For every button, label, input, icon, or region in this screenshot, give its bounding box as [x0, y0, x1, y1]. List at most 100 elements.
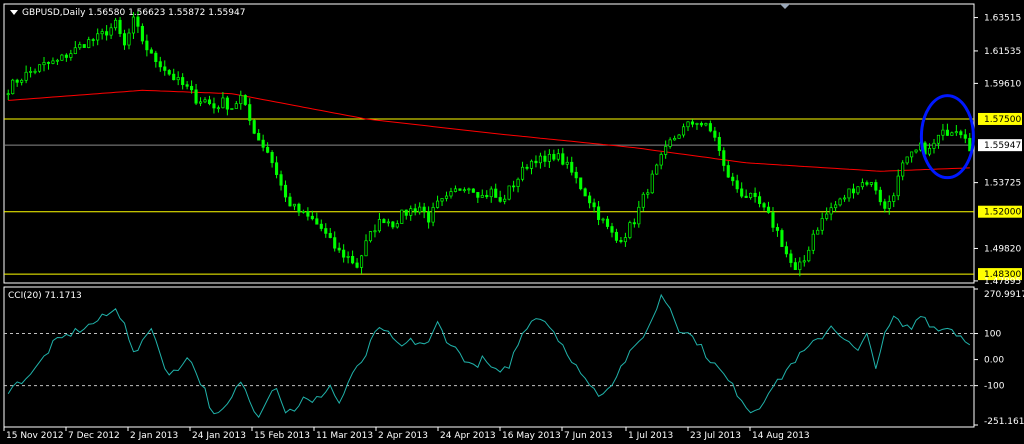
candle-body: [860, 182, 864, 188]
date-tick-label: 1 Jul 2013: [628, 431, 673, 441]
candle-body: [78, 44, 82, 49]
candle-body: [869, 182, 873, 185]
candle-body: [140, 25, 144, 42]
candle-body: [588, 195, 592, 204]
candle-body: [351, 255, 355, 264]
candle-body: [154, 52, 158, 63]
chart-shift-marker-icon[interactable]: [780, 4, 790, 9]
cci-tick-label: 100: [984, 330, 1001, 340]
candle-body: [6, 93, 10, 96]
candle-body: [225, 97, 229, 110]
candle-body: [829, 207, 833, 215]
candle-body: [91, 39, 95, 41]
candle-body: [203, 99, 207, 103]
candle-body: [297, 203, 301, 213]
chart-canvas[interactable]: 1.575001.520001.483001.559471.635151.615…: [0, 0, 1024, 444]
candle-body: [431, 207, 435, 223]
candle-body: [46, 62, 51, 64]
candle-body: [547, 153, 551, 162]
candle-body: [704, 123, 708, 126]
candle-body: [690, 121, 695, 125]
candle-body: [288, 196, 292, 207]
cci-line: [7, 293, 971, 419]
candle-body: [368, 231, 373, 242]
candle-body: [292, 203, 297, 207]
candle-body: [373, 230, 377, 233]
candle-body: [261, 139, 265, 148]
candle-body: [131, 16, 136, 34]
candle-body: [851, 188, 856, 194]
candle-body: [73, 47, 77, 54]
candle-body: [42, 62, 46, 66]
candle-body: [927, 148, 932, 155]
candle-body: [333, 237, 337, 249]
candle-body: [471, 188, 475, 193]
candle-body: [784, 246, 788, 255]
candle-body: [427, 211, 431, 223]
candle-body: [167, 70, 171, 75]
candle-body: [838, 198, 842, 206]
candle-body: [172, 73, 176, 81]
candle-body: [516, 178, 520, 187]
chart-window[interactable]: 1.57500 1.52000 1.48300 1.55947 1.63515 1.615…: [0, 0, 1024, 444]
candle-body: [910, 151, 914, 158]
candle-body: [905, 156, 909, 164]
candle-body: [391, 221, 395, 228]
candle-body: [29, 71, 33, 73]
candle-body: [802, 260, 806, 263]
candle-body: [659, 154, 663, 166]
candle-body: [239, 95, 243, 105]
candle-body: [874, 182, 878, 191]
candle-body: [753, 192, 757, 197]
candle-body: [932, 142, 936, 149]
candle-body: [619, 240, 623, 243]
date-tick-label: 2 Apr 2013: [378, 431, 428, 441]
candle-body: [306, 211, 310, 217]
candle-body: [355, 262, 359, 268]
candlestick-series: [6, 11, 972, 277]
price-tick-label: 1.59610: [984, 79, 1021, 89]
candle-body: [122, 33, 127, 46]
candle-body: [677, 134, 681, 139]
candle-body: [945, 129, 949, 136]
candle-body: [207, 99, 212, 105]
candle-body: [641, 193, 645, 208]
candle-body: [449, 191, 453, 197]
symbol-dropdown-icon[interactable]: [10, 10, 18, 15]
date-tick-label: 23 Jul 2013: [690, 431, 741, 441]
candle-body: [789, 253, 793, 263]
candle-body: [87, 39, 91, 48]
candle-body: [744, 195, 748, 198]
candle-body: [462, 189, 466, 192]
candle-body: [60, 54, 64, 61]
candle-body: [234, 103, 238, 109]
price-tick-label: 1.49820: [984, 244, 1021, 254]
candle-body: [735, 180, 739, 190]
candle-body: [248, 104, 252, 121]
candle-body: [114, 19, 118, 29]
cci-panel-frame: [3, 286, 975, 428]
candle-body: [400, 209, 404, 224]
candle-body: [270, 152, 274, 164]
candle-body: [963, 134, 967, 139]
candle-body: [758, 196, 762, 204]
candle-body: [637, 206, 641, 225]
candle-body: [319, 223, 323, 229]
candle-body: [825, 213, 829, 219]
candle-body: [726, 165, 730, 178]
candle-body: [315, 218, 319, 225]
candle-body: [11, 79, 15, 95]
candle-body: [275, 162, 279, 175]
candle-body: [686, 121, 690, 128]
candle-body: [565, 161, 569, 165]
candle-body: [887, 201, 891, 209]
moving-average-line: [8, 89, 970, 172]
candle-body: [489, 188, 493, 198]
candle-body: [610, 226, 614, 233]
candle-body: [190, 85, 194, 91]
candle-body: [941, 129, 945, 136]
candle-body: [467, 188, 471, 191]
candle-body: [342, 249, 346, 258]
candle-body: [337, 247, 341, 251]
candle-body: [324, 228, 328, 234]
